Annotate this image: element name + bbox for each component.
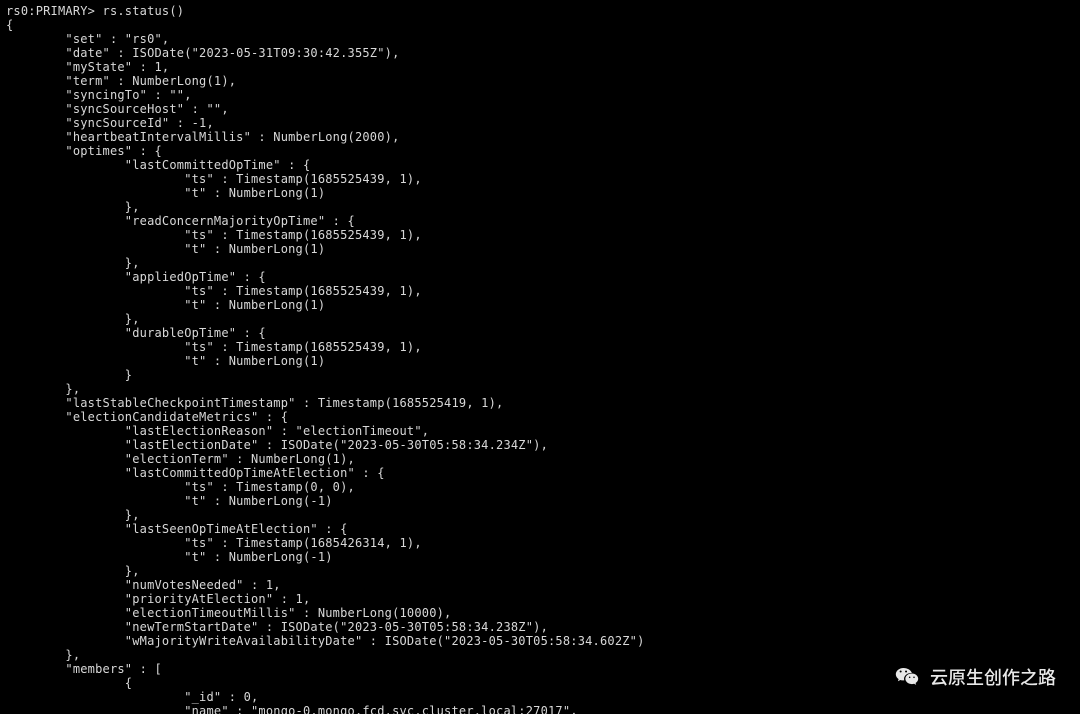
watermark-text: 云原生创作之路 [930, 664, 1056, 690]
terminal-output[interactable]: rs0:PRIMARY> rs.status() { "set" : "rs0"… [0, 0, 1080, 714]
watermark: 云原生创作之路 [894, 664, 1056, 690]
wechat-icon [894, 664, 920, 690]
